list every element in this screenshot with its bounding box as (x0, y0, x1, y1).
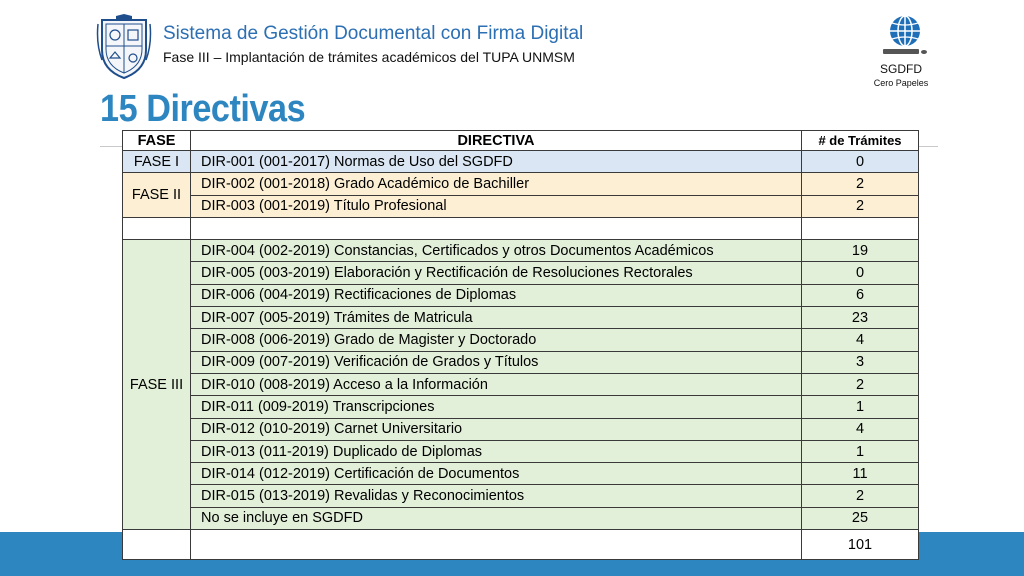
tramites-cell: 6 (801, 283, 919, 308)
table-row: DIR-011 (009-2019) Transcripciones 1 (122, 395, 919, 419)
directivas-table: FASE DIRECTIVA # de Trámites FASE I DIR-… (122, 130, 919, 561)
tramites-cell: 19 (801, 239, 919, 263)
table-row: DIR-005 (003-2019) Elaboración y Rectifi… (122, 261, 919, 285)
university-crest-logo (96, 14, 152, 80)
directiva-cell: DIR-013 (011-2019) Duplicado de Diplomas (190, 439, 802, 464)
table-row: DIR-013 (011-2019) Duplicado de Diplomas… (122, 439, 919, 464)
directiva-cell: DIR-012 (010-2019) Carnet Universitario (190, 417, 802, 441)
tramites-cell: 11 (801, 462, 919, 486)
table-row: FASE II DIR-002 (001-2018) Grado Académi… (122, 172, 919, 218)
total-cell: 101 (801, 529, 919, 561)
logo-tagline: Cero Papeles (873, 78, 929, 88)
directiva-cell: No se incluye en SGDFD (190, 506, 802, 531)
table-row: DIR-012 (010-2019) Carnet Universitario … (122, 417, 919, 441)
header-directiva: DIRECTIVA (190, 130, 802, 151)
table-row: DIR-003 (001-2019) Título Profesional 2 (122, 194, 919, 218)
tramites-cell: 3 (801, 350, 919, 374)
header-subtitle-text: Implantación de trámites académicos del … (221, 49, 575, 65)
tramites-cell: 1 (801, 395, 919, 419)
slide-title: 15 Directivas (100, 88, 306, 130)
directiva-cell: DIR-001 (001-2017) Normas de Uso del SGD… (190, 149, 802, 174)
table-row: DIR-014 (012-2019) Certificación de Docu… (122, 462, 919, 486)
header-tramites: # de Trámites (801, 130, 919, 151)
directiva-cell: DIR-006 (004-2019) Rectificaciones de Di… (190, 283, 802, 308)
directiva-cell: DIR-011 (009-2019) Transcripciones (190, 395, 802, 419)
tramites-cell: 2 (801, 372, 919, 397)
tramites-cell: 0 (801, 261, 919, 285)
directiva-cell: DIR-003 (001-2019) Título Profesional (190, 194, 802, 218)
phase-cell-fase2: FASE II (122, 172, 191, 218)
tramites-cell: 2 (801, 484, 919, 508)
tramites-cell: 25 (801, 506, 919, 531)
directiva-cell: DIR-005 (003-2019) Elaboración y Rectifi… (190, 261, 802, 285)
header-fase: FASE (122, 130, 191, 151)
logo-name: SGDFD (880, 62, 922, 76)
table-row: DIR-006 (004-2019) Rectificaciones de Di… (122, 283, 919, 308)
phase-cell-fase3: FASE III (122, 239, 191, 531)
globe-computer-icon (883, 15, 927, 54)
tramites-cell: 2 (801, 172, 919, 196)
header-subtitle: Fase III – Implantación de trámites acad… (163, 49, 575, 65)
table-row: DIR-009 (007-2019) Verificación de Grado… (122, 350, 919, 374)
table-row: DIR-015 (013-2019) Revalidas y Reconocim… (122, 484, 919, 508)
table-row: DIR-008 (006-2019) Grado de Magister y D… (122, 328, 919, 352)
table-row: FASE III DIR-004 (002-2019) Constancias,… (122, 239, 919, 531)
phase-cell-fase1: FASE I (122, 149, 191, 174)
directiva-cell: DIR-009 (007-2019) Verificación de Grado… (190, 350, 802, 374)
directiva-cell: DIR-010 (008-2019) Acceso a la Informaci… (190, 372, 802, 397)
table-header-row: FASE DIRECTIVA # de Trámites (122, 130, 919, 151)
tramites-cell: 2 (801, 194, 919, 218)
sgdfd-logo: SGDFD Cero Papeles (866, 14, 936, 94)
spacer-row (122, 216, 919, 241)
table-row: DIR-007 (005-2019) Trámites de Matricula… (122, 306, 919, 330)
tramites-cell: 4 (801, 328, 919, 352)
header-title: Sistema de Gestión Documental con Firma … (163, 23, 584, 44)
table-row: DIR-010 (008-2019) Acceso a la Informaci… (122, 372, 919, 397)
directiva-cell: DIR-007 (005-2019) Trámites de Matricula (190, 306, 802, 330)
directiva-cell: DIR-004 (002-2019) Constancias, Certific… (190, 239, 802, 263)
directiva-cell: DIR-015 (013-2019) Revalidas y Reconocim… (190, 484, 802, 508)
table-row: FASE I DIR-001 (001-2017) Normas de Uso … (122, 149, 919, 174)
tramites-cell: 0 (801, 149, 919, 174)
tramites-cell: 4 (801, 417, 919, 441)
table-row: No se incluye en SGDFD 25 (122, 506, 919, 531)
tramites-cell: 1 (801, 439, 919, 464)
header-subtitle-phase: Fase III – (163, 49, 222, 65)
total-row: 101 (122, 529, 919, 561)
tramites-cell: 23 (801, 306, 919, 330)
directiva-cell: DIR-014 (012-2019) Certificación de Docu… (190, 462, 802, 486)
directiva-cell: DIR-002 (001-2018) Grado Académico de Ba… (190, 172, 802, 196)
directiva-cell: DIR-008 (006-2019) Grado de Magister y D… (190, 328, 802, 352)
